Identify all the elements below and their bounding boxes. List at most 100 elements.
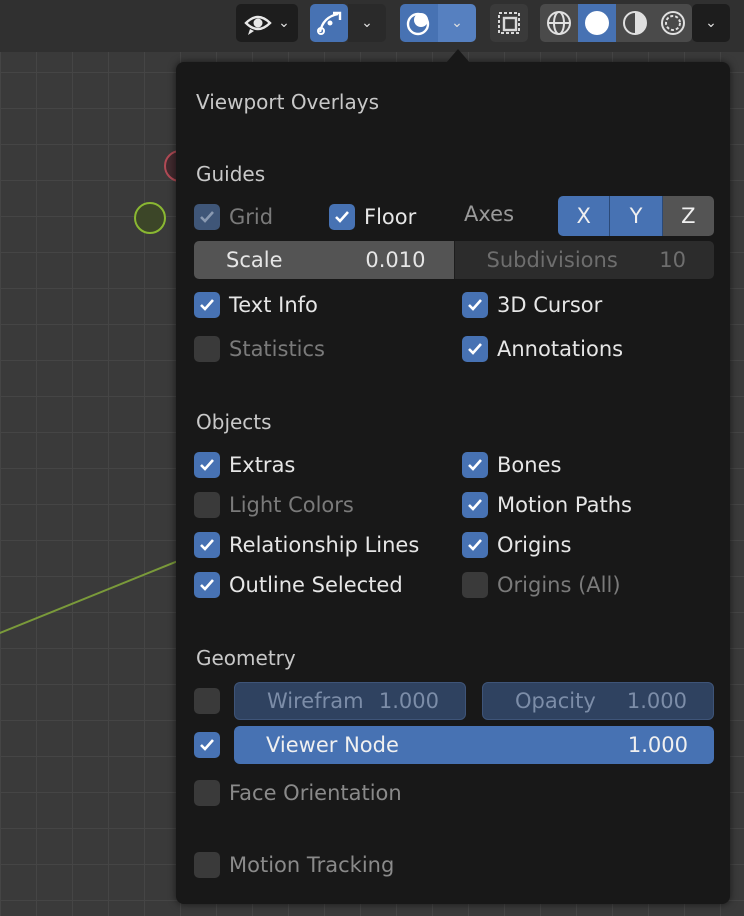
light-colors-checkbox[interactable]: [194, 492, 220, 518]
3d-cursor-toggle[interactable]: 3D Cursor: [462, 290, 602, 320]
overlay-dropdown-button[interactable]: ⌄: [438, 4, 476, 42]
section-guides: Guides: [196, 162, 266, 186]
rendered-shading-button[interactable]: [654, 4, 692, 42]
text-info-toggle[interactable]: Text Info: [194, 290, 318, 320]
checkmark-icon: [200, 579, 214, 591]
checkmark-icon: [200, 459, 214, 471]
shading-dropdown-button[interactable]: ⌄: [692, 4, 730, 42]
grid-label: Grid: [229, 205, 274, 229]
checkmark-icon: [200, 299, 214, 311]
bones-label: Bones: [497, 453, 562, 477]
scale-value: 0.010: [365, 248, 426, 272]
motion-paths-label: Motion Paths: [497, 493, 632, 517]
opacity-slider[interactable]: Opacity 1.000: [482, 682, 714, 720]
axis-z-button[interactable]: Z: [662, 196, 714, 236]
face-orientation-label: Face Orientation: [229, 781, 402, 805]
axes-toggle-group: X Y Z: [558, 196, 714, 236]
bones-checkbox[interactable]: [462, 452, 488, 478]
subdivisions-slider[interactable]: Subdivisions 10: [453, 241, 714, 279]
wireframe-checkbox[interactable]: [194, 688, 220, 714]
floor-label: Floor: [364, 205, 417, 229]
gizmo-y-handle[interactable]: [134, 202, 166, 234]
annotations-label: Annotations: [497, 337, 624, 361]
viewport-overlays-popover: Viewport Overlays Guides Grid Floor Axes…: [176, 49, 730, 904]
gizmo-dropdown-button[interactable]: ⌄: [348, 4, 386, 42]
gizmo-toggle-button[interactable]: [310, 4, 348, 42]
3d-cursor-label: 3D Cursor: [497, 293, 603, 317]
statistics-label: Statistics: [229, 337, 325, 361]
scale-slider[interactable]: Scale 0.010: [194, 241, 454, 279]
solid-shading-button[interactable]: [578, 4, 616, 42]
motion-tracking-toggle[interactable]: Motion Tracking: [194, 850, 394, 880]
opacity-label: Opacity: [515, 689, 596, 713]
wireframe-shading-button[interactable]: [540, 4, 578, 42]
motion-paths-checkbox[interactable]: [462, 492, 488, 518]
face-orientation-toggle[interactable]: Face Orientation: [194, 778, 402, 808]
extras-toggle[interactable]: Extras: [194, 450, 295, 480]
overlay-toggle-button[interactable]: [400, 4, 438, 42]
grid-scale-row: Scale 0.010 Subdivisions 10: [194, 241, 714, 279]
opacity-value: 1.000: [626, 689, 687, 713]
viewer-node-toggle[interactable]: [194, 730, 220, 760]
origins-all-toggle[interactable]: Origins (All): [462, 570, 621, 600]
extras-label: Extras: [229, 453, 296, 477]
floor-toggle[interactable]: Floor: [329, 202, 416, 232]
annotations-checkbox[interactable]: [462, 336, 488, 362]
extras-checkbox[interactable]: [194, 452, 220, 478]
subdivisions-value: 10: [659, 248, 686, 272]
rendered-shading-icon: [661, 11, 685, 35]
3d-cursor-checkbox[interactable]: [462, 292, 488, 318]
annotations-toggle[interactable]: Annotations: [462, 334, 623, 364]
bones-toggle[interactable]: Bones: [462, 450, 561, 480]
grid-toggle[interactable]: Grid: [194, 202, 273, 232]
axes-label: Axes: [464, 202, 515, 226]
viewer-node-slider[interactable]: Viewer Node 1.000: [234, 726, 714, 764]
viewer-node-checkbox[interactable]: [194, 732, 220, 758]
motion-paths-toggle[interactable]: Motion Paths: [462, 490, 632, 520]
origins-label: Origins: [497, 533, 572, 557]
grid-checkbox[interactable]: [194, 204, 220, 230]
chevron-down-icon: ⌄: [705, 15, 717, 31]
checkmark-icon: [200, 211, 214, 223]
section-geometry: Geometry: [196, 646, 296, 670]
wireframe-shading-icon: [547, 11, 571, 35]
wireframe-value: 1.000: [378, 689, 439, 713]
statistics-toggle[interactable]: Statistics: [194, 334, 325, 364]
wireframe-slider[interactable]: Wirefram 1.000: [234, 682, 466, 720]
origins-toggle[interactable]: Origins: [462, 530, 571, 560]
face-orientation-checkbox[interactable]: [194, 780, 220, 806]
relationship-lines-checkbox[interactable]: [194, 532, 220, 558]
outline-selected-checkbox[interactable]: [194, 572, 220, 598]
chevron-down-icon: ⌄: [361, 15, 373, 31]
relationship-lines-toggle[interactable]: Relationship Lines: [194, 530, 419, 560]
checkmark-icon: [335, 211, 349, 223]
statistics-checkbox[interactable]: [194, 336, 220, 362]
wireframe-toggle[interactable]: [194, 686, 220, 716]
axis-y-button[interactable]: Y: [610, 196, 663, 236]
gizmo-icon: [317, 11, 342, 35]
overlay-icon: [406, 12, 430, 36]
viewer-node-label: Viewer Node: [266, 733, 399, 757]
motion-tracking-label: Motion Tracking: [229, 853, 395, 877]
origins-checkbox[interactable]: [462, 532, 488, 558]
origins-all-label: Origins (All): [497, 573, 621, 597]
xray-toggle-button[interactable]: [490, 4, 528, 42]
relationship-lines-label: Relationship Lines: [229, 533, 420, 557]
checkmark-icon: [200, 739, 214, 751]
outline-selected-toggle[interactable]: Outline Selected: [194, 570, 403, 600]
popover-notch: [446, 49, 470, 63]
checkmark-icon: [468, 499, 482, 511]
origins-all-checkbox[interactable]: [462, 572, 488, 598]
motion-tracking-checkbox[interactable]: [194, 852, 220, 878]
floor-checkbox[interactable]: [329, 204, 355, 230]
axis-x-button[interactable]: X: [558, 196, 611, 236]
light-colors-toggle[interactable]: Light Colors: [194, 490, 354, 520]
section-objects: Objects: [196, 410, 272, 434]
outline-selected-label: Outline Selected: [229, 573, 403, 597]
text-info-checkbox[interactable]: [194, 292, 220, 318]
viewer-node-value: 1.000: [627, 733, 688, 757]
checkmark-icon: [468, 459, 482, 471]
visibility-dropdown[interactable]: ⌄: [236, 4, 298, 42]
material-shading-icon: [623, 11, 647, 35]
material-shading-button[interactable]: [616, 4, 654, 42]
